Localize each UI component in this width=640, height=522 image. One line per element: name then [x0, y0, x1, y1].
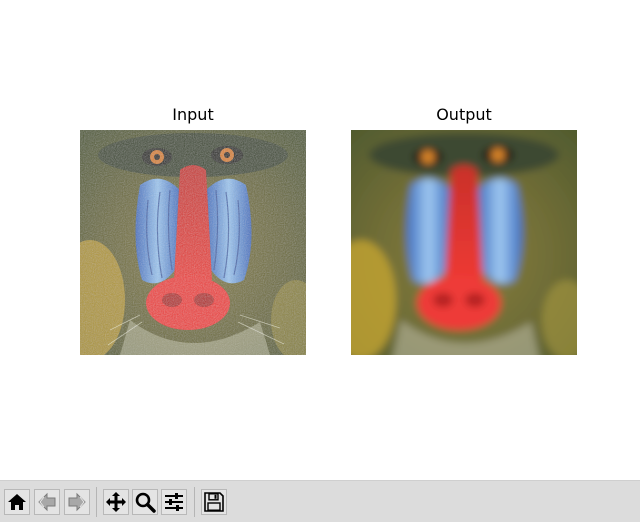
home-button[interactable]: [4, 489, 30, 515]
mandrill-image-blurred: [351, 130, 577, 355]
input-title: Input: [172, 105, 214, 124]
mandrill-face-blurred: [351, 130, 577, 355]
mandrill-face: [80, 130, 306, 355]
forward-button[interactable]: [64, 489, 90, 515]
mandrill-image: [80, 130, 306, 355]
home-icon: [8, 494, 26, 510]
navigation-toolbar: [0, 480, 640, 522]
configure-subplots-button[interactable]: [161, 489, 187, 515]
toolbar-separator: [96, 487, 97, 517]
zoom-button[interactable]: [132, 489, 158, 515]
figure-window: Input Output: [0, 0, 640, 522]
forward-arrow-icon: [68, 492, 86, 512]
back-button[interactable]: [34, 489, 60, 515]
input-image-axes[interactable]: [80, 130, 306, 355]
move-arrows-icon: [106, 492, 126, 512]
save-button[interactable]: [201, 489, 227, 515]
floppy-disk-icon: [204, 492, 224, 512]
output-image-axes[interactable]: [351, 130, 577, 355]
magnifier-icon: [135, 492, 156, 513]
output-title: Output: [436, 105, 492, 124]
back-arrow-icon: [38, 492, 56, 512]
figure-canvas[interactable]: Input Output: [0, 0, 640, 480]
pan-button[interactable]: [103, 489, 129, 515]
toolbar-separator: [194, 487, 195, 517]
sliders-icon: [165, 493, 183, 511]
